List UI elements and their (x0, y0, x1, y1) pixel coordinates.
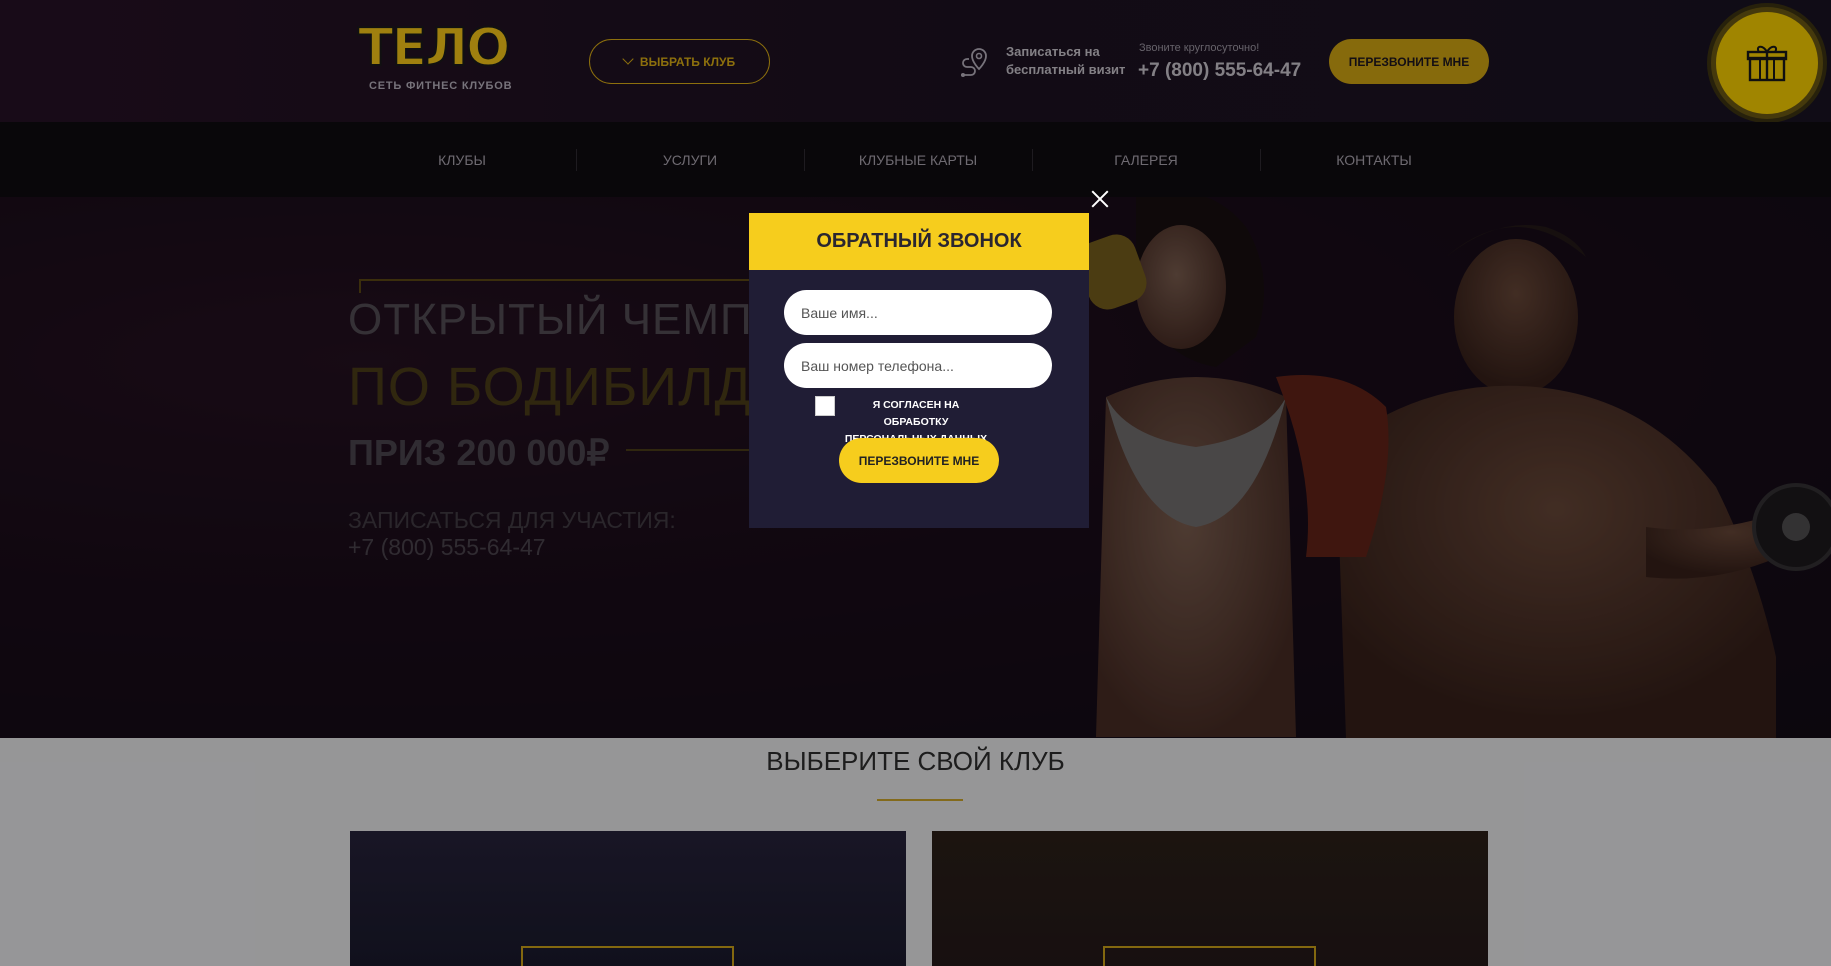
hero-prize: ПРИЗ 200 000₽ (348, 432, 610, 473)
club-card-frame (1103, 946, 1316, 966)
logo[interactable]: ТЕЛО СЕТЬ ФИТНЕС КЛУБОВ (357, 18, 523, 92)
close-icon[interactable] (1090, 189, 1110, 209)
nav-item-gallery[interactable]: ГАЛЕРЕЯ (1032, 122, 1260, 197)
name-input[interactable] (784, 290, 1052, 335)
free-visit-line2: бесплатный визит (1006, 62, 1126, 77)
logo-mark: ТЕЛО (357, 18, 523, 78)
athletes-photo (1086, 197, 1831, 738)
club-card[interactable] (350, 831, 906, 966)
consent-checkbox[interactable] (815, 396, 835, 416)
call-hint: Звоните круглосуточно! (1139, 42, 1260, 54)
clubs-section: ВЫБЕРИТЕ СВОЙ КЛУБ (0, 738, 1831, 966)
logo-subtitle: СЕТЬ ФИТНЕС КЛУБОВ (369, 80, 513, 92)
chevron-down-icon (622, 53, 634, 65)
callback-modal: ОБРАТНЫЙ ЗВОНОК Я СОГЛАСЕН НА ОБРАБОТКУ … (749, 213, 1089, 528)
header-callback-button[interactable]: ПЕРЕЗВОНИТЕ МНЕ (1329, 39, 1489, 84)
select-club-button[interactable]: ВЫБРАТЬ КЛУБ (589, 39, 770, 84)
phone-input[interactable] (784, 343, 1052, 388)
logo-word: ТЕЛО (357, 18, 511, 78)
nav-item-services[interactable]: УСЛУГИ (576, 122, 804, 197)
clubs-title-underline (877, 799, 963, 801)
nav-item-clubs[interactable]: КЛУБЫ (348, 122, 576, 197)
hero-signup-label: ЗАПИСАТЬСЯ ДЛЯ УЧАСТИЯ: (348, 507, 676, 533)
nav-item-club-cards[interactable]: КЛУБНЫЕ КАРТЫ (804, 122, 1032, 197)
hero-frame-decoration (359, 279, 759, 293)
header: ТЕЛО СЕТЬ ФИТНЕС КЛУБОВ ВЫБРАТЬ КЛУБ Зап… (0, 0, 1831, 122)
select-club-label: ВЫБРАТЬ КЛУБ (639, 54, 736, 69)
gift-icon (1746, 45, 1788, 82)
hero-phone[interactable]: +7 (800) 555-64-47 (348, 534, 546, 561)
club-card[interactable] (932, 831, 1488, 966)
hero-prize-underline (626, 449, 766, 451)
map-pin-route-icon (961, 48, 987, 77)
club-card-frame (521, 946, 734, 966)
modal-submit-button[interactable]: ПЕРЕЗВОНИТЕ МНЕ (839, 438, 999, 483)
consent-line1: Я СОГЛАСЕН НА ОБРАБОТКУ (872, 399, 960, 428)
hero-heading-line2: ПО БОДИБИЛД (348, 357, 753, 417)
free-visit-line1: Записаться на (1006, 44, 1100, 59)
nav-item-contacts[interactable]: КОНТАКТЫ (1260, 122, 1488, 197)
clubs-title: ВЫБЕРИТЕ СВОЙ КЛУБ (766, 746, 1065, 776)
hero-heading-line1: ОТКРЫТЫЙ ЧЕМПИ (348, 295, 786, 344)
free-visit-text[interactable]: Записаться на бесплатный визит (1006, 43, 1125, 79)
header-phone[interactable]: +7 (800) 555-64-47 (1138, 60, 1301, 82)
main-nav: КЛУБЫ УСЛУГИ КЛУБНЫЕ КАРТЫ ГАЛЕРЕЯ КОНТА… (0, 122, 1831, 197)
gift-button[interactable] (1716, 12, 1818, 114)
modal-title: ОБРАТНЫЙ ЗВОНОК (749, 213, 1089, 270)
